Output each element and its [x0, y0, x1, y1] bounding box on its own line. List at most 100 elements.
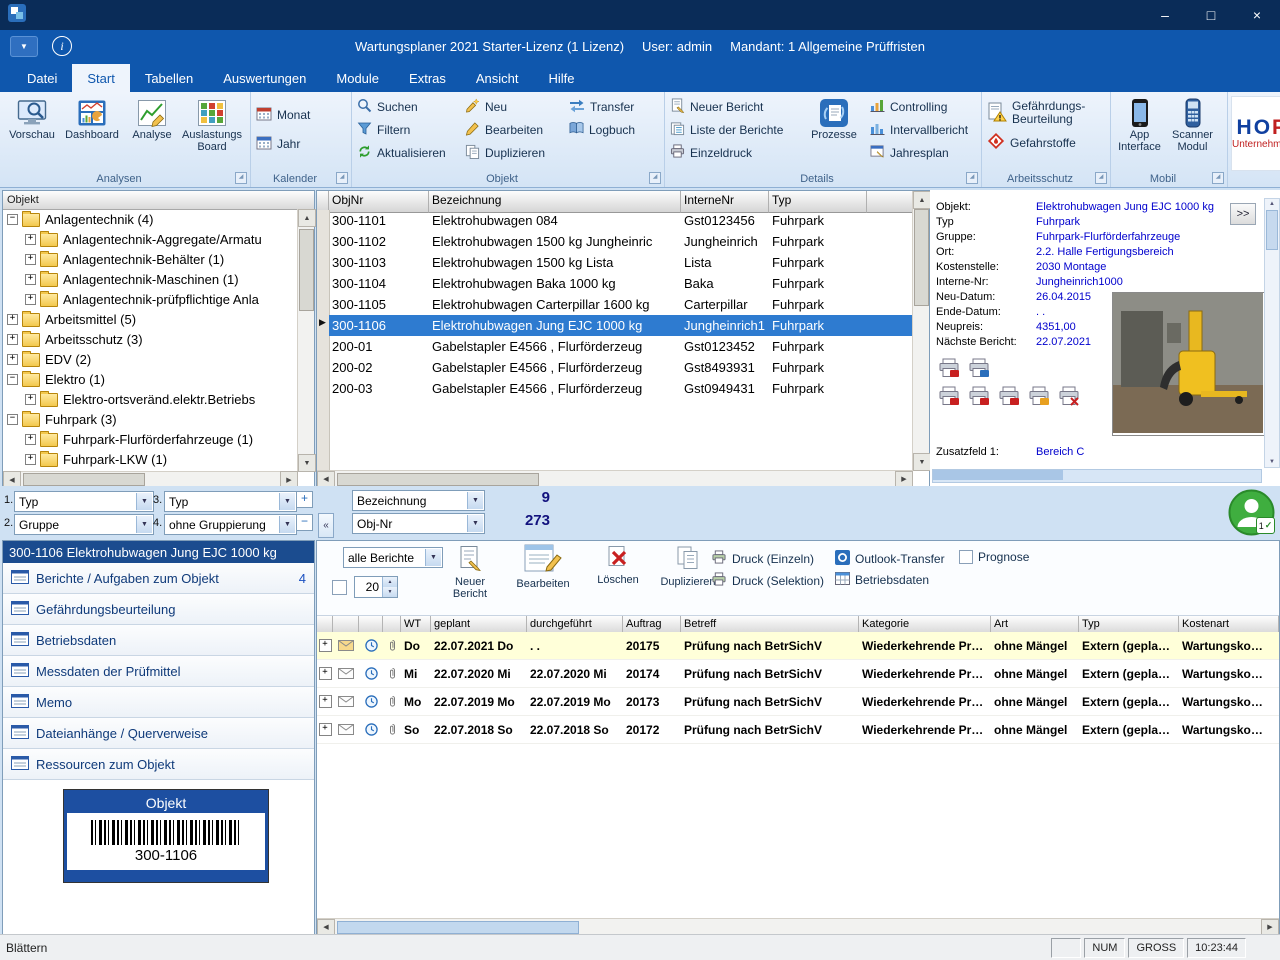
- prognose-checkbox[interactable]: [959, 550, 973, 564]
- scroll-left-icon[interactable]: ◀: [317, 471, 335, 488]
- printer-pdf-icon[interactable]: [938, 358, 960, 383]
- liste-der-berichte-button[interactable]: Liste der Berichte: [667, 118, 801, 141]
- tree-item[interactable]: + Anlagentechnik-Aggregate/Armatu: [3, 229, 298, 249]
- reports-horizontal-scrollbar[interactable]: ◀ ▶: [317, 918, 1279, 935]
- filter3-select[interactable]: Typ▼: [164, 491, 297, 512]
- page-size-checkbox[interactable]: [332, 580, 347, 595]
- chevron-down-icon[interactable]: ▼: [425, 549, 441, 566]
- table-row[interactable]: 200-03 Gabelstapler E4566 , Flurförderze…: [317, 378, 913, 399]
- details-horizontal-scrollbar[interactable]: [932, 469, 1262, 483]
- menu-tab[interactable]: Ansicht: [461, 64, 534, 92]
- jahr-button[interactable]: Jahr: [253, 132, 349, 155]
- app-interface-button[interactable]: App Interface: [1113, 95, 1166, 169]
- row-expand-icon[interactable]: +: [319, 695, 332, 708]
- scroll-down-icon[interactable]: ▼: [913, 453, 931, 471]
- table-vertical-scrollbar[interactable]: ▲ ▼: [912, 191, 929, 471]
- tree-expander-icon[interactable]: +: [25, 454, 36, 465]
- report-row[interactable]: + Do 22.07.2021 Do . . 20175 Prüfung nac…: [317, 632, 1279, 660]
- report-filter-select[interactable]: alle Berichte▼: [343, 547, 443, 568]
- info-icon[interactable]: i: [52, 36, 72, 56]
- scanner-modul-button[interactable]: Scanner Modul: [1166, 95, 1219, 169]
- table-row[interactable]: 200-02 Gabelstapler E4566 , Flurförderze…: [317, 357, 913, 378]
- tree-item[interactable]: + Elektro-ortsveränd.elektr.Betriebs: [3, 389, 298, 409]
- tree-item[interactable]: + Anlagentechnik-prüfpflichtige Anla: [3, 289, 298, 309]
- tree-item[interactable]: + Arbeitsmittel (5): [3, 309, 298, 329]
- row-expand-icon[interactable]: +: [319, 667, 332, 680]
- print-cancel-icon[interactable]: [1058, 386, 1080, 411]
- vorschau-button[interactable]: Vorschau: [2, 95, 62, 169]
- neu-button[interactable]: Neu: [462, 95, 562, 118]
- tree-expander-icon[interactable]: +: [25, 254, 36, 265]
- tree-expander-icon[interactable]: +: [25, 294, 36, 305]
- menu-tab[interactable]: Hilfe: [534, 64, 590, 92]
- outlook-transfer-button[interactable]: Outlook-Transfer: [835, 550, 945, 568]
- scroll-up-icon[interactable]: ▲: [1265, 199, 1279, 207]
- expand-details-button[interactable]: >>: [1230, 203, 1256, 225]
- printer-export-icon[interactable]: [968, 358, 990, 383]
- group-dialog-launcher-icon[interactable]: ◢: [1095, 172, 1107, 184]
- maximize-button[interactable]: □: [1188, 0, 1234, 30]
- chevron-down-icon[interactable]: ▼: [467, 492, 483, 509]
- table-row[interactable]: 300-1104 Elektrohubwagen Baka 1000 kg Ba…: [317, 273, 913, 294]
- scroll-right-icon[interactable]: ▶: [895, 471, 913, 488]
- tree-expander-icon[interactable]: +: [25, 274, 36, 285]
- tree-vertical-scrollbar[interactable]: ▲ ▼: [297, 209, 314, 472]
- pdf-print-icon[interactable]: [968, 386, 990, 411]
- scrollbar-thumb[interactable]: [337, 921, 579, 934]
- menu-tab[interactable]: Module: [321, 64, 394, 92]
- table-row[interactable]: 300-1101 Elektrohubwagen 084 Gst0123456 …: [317, 210, 913, 231]
- scrollbar-thumb[interactable]: [914, 209, 929, 306]
- chevron-down-icon[interactable]: ▼: [279, 493, 295, 510]
- group-dialog-launcher-icon[interactable]: ◢: [966, 172, 978, 184]
- scroll-down-icon[interactable]: ▼: [1265, 459, 1279, 465]
- tree-horizontal-scrollbar[interactable]: ◀ ▶: [3, 471, 298, 487]
- tree-expander-icon[interactable]: −: [7, 214, 18, 225]
- nav-item[interactable]: Memo: [3, 687, 314, 718]
- close-button[interactable]: ×: [1234, 0, 1280, 30]
- sort1-select[interactable]: Bezeichnung▼: [352, 490, 485, 511]
- scrollbar-thumb[interactable]: [337, 473, 539, 486]
- tree-expander-icon[interactable]: +: [25, 394, 36, 405]
- aktualisieren-button[interactable]: Aktualisieren: [354, 141, 458, 164]
- gefaehrdungsbeurteilung-button[interactable]: Gefährdungs-Beurteilung: [984, 95, 1108, 131]
- tree-item[interactable]: − Fuhrpark (3): [3, 409, 298, 429]
- filter4-select[interactable]: ohne Gruppierung▼: [164, 514, 297, 535]
- tree-expander-icon[interactable]: +: [7, 354, 18, 365]
- group-dialog-launcher-icon[interactable]: ◢: [235, 172, 247, 184]
- scroll-left-icon[interactable]: ◀: [317, 919, 335, 936]
- tree-expander-icon[interactable]: +: [25, 434, 36, 445]
- tree-item[interactable]: + Anlagentechnik-Maschinen (1): [3, 269, 298, 289]
- scroll-up-icon[interactable]: ▲: [913, 191, 931, 209]
- new-report-button[interactable]: Neuer Bericht: [441, 545, 499, 600]
- tree-item[interactable]: + Fuhrpark-LKW (1): [3, 449, 298, 469]
- spin-down-icon[interactable]: ▼: [383, 587, 397, 597]
- menu-tab[interactable]: Auswertungen: [208, 64, 321, 92]
- report-row[interactable]: + Mo 22.07.2019 Mo 22.07.2019 Mo 20173 P…: [317, 688, 1279, 716]
- row-expand-icon[interactable]: +: [319, 723, 332, 736]
- menu-tab[interactable]: Tabellen: [130, 64, 208, 92]
- scrollbar-thumb[interactable]: [1266, 210, 1278, 250]
- prozesse-button[interactable]: Prozesse: [805, 95, 863, 169]
- scroll-up-icon[interactable]: ▲: [298, 209, 316, 227]
- logbuch-button[interactable]: Logbuch: [566, 118, 658, 141]
- tree-item[interactable]: − Anlagentechnik (4): [3, 209, 298, 229]
- menu-tab[interactable]: Start: [72, 64, 129, 92]
- table-row[interactable]: 300-1102 Elektrohubwagen 1500 kg Junghei…: [317, 231, 913, 252]
- scroll-right-icon[interactable]: ▶: [1261, 919, 1279, 936]
- jahresplan-button[interactable]: Jahresplan: [867, 141, 975, 164]
- pdf-print-icon[interactable]: [998, 386, 1020, 411]
- table-row[interactable]: 300-1103 Elektrohubwagen 1500 kg Lista L…: [317, 252, 913, 273]
- group-dialog-launcher-icon[interactable]: ◢: [1212, 172, 1224, 184]
- table-row[interactable]: ▶ 300-1106 Elektrohubwagen Jung EJC 1000…: [317, 315, 913, 336]
- group-dialog-launcher-icon[interactable]: ◢: [336, 172, 348, 184]
- tree-expander-icon[interactable]: +: [7, 314, 18, 325]
- chevron-down-icon[interactable]: ▼: [136, 493, 152, 510]
- table-row[interactable]: 300-1105 Elektrohubwagen Carterpillar 16…: [317, 294, 913, 315]
- chevron-down-icon[interactable]: ▼: [467, 515, 483, 532]
- analyse-button[interactable]: Analyse: [122, 95, 182, 169]
- report-row[interactable]: + So 22.07.2018 So 22.07.2018 So 20172 P…: [317, 716, 1279, 744]
- nav-item[interactable]: Dateianhänge / Querverweise: [3, 718, 314, 749]
- nav-item[interactable]: Messdaten der Prüfmittel: [3, 656, 314, 687]
- transfer-button[interactable]: Transfer: [566, 95, 658, 118]
- scroll-down-icon[interactable]: ▼: [298, 454, 316, 472]
